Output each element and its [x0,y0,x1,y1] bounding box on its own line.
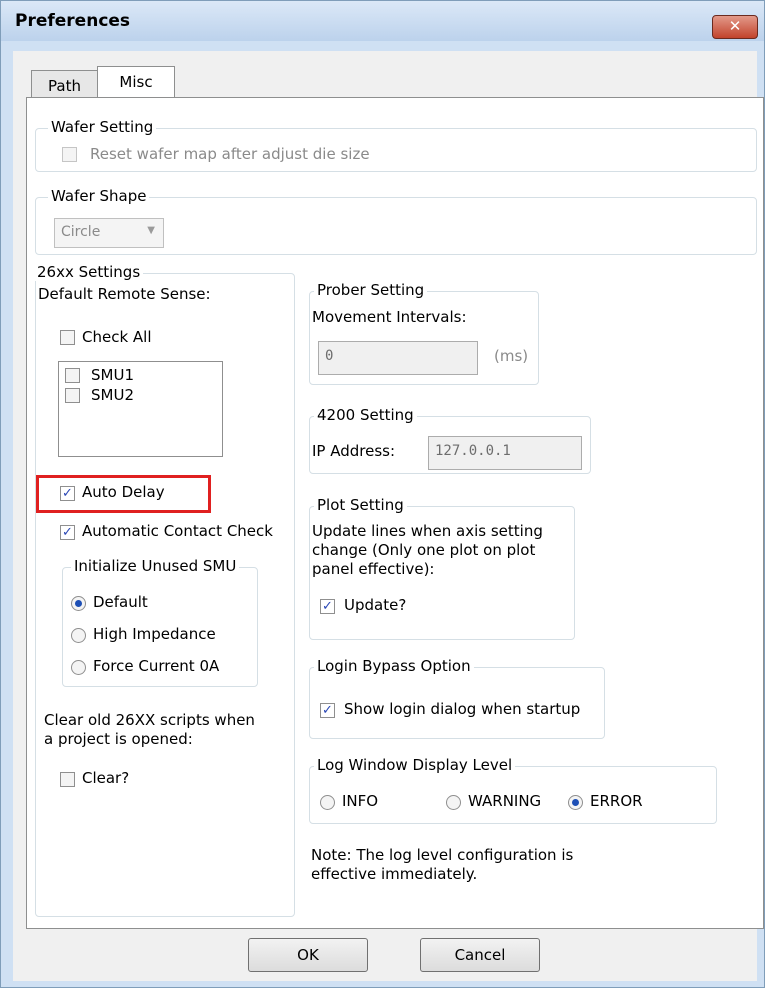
s4200-setting-legend: 4200 Setting [314,406,417,424]
movement-intervals-input[interactable]: 0 [318,341,478,375]
prober-setting-legend: Prober Setting [314,281,428,299]
auto-contact-label: Automatic Contact Check [82,522,273,540]
radio-force-current[interactable] [71,660,86,675]
ip-address-value: 127.0.0.1 [435,443,511,459]
title-bar: Preferences ✕ [1,1,764,41]
radio-log-warning[interactable] [446,795,461,810]
log-note-line2: effective immediately. [311,865,478,883]
close-button[interactable]: ✕ [712,15,758,39]
update-plot-checkbox[interactable]: ✓ [320,599,335,614]
auto-delay-label: Auto Delay [82,483,165,501]
update-plot-label: Update? [344,596,407,614]
cancel-button[interactable]: Cancel [420,938,540,972]
wafer-shape-legend: Wafer Shape [48,187,150,205]
radio-high-impedance[interactable] [71,628,86,643]
radio-log-info[interactable] [320,795,335,810]
tab-misc-label: Misc [119,73,153,91]
ip-address-label: IP Address: [312,442,396,460]
smu1-checkbox[interactable] [65,368,80,383]
s4200-setting-group: 4200 Setting IP Address: 127.0.0.1 [309,406,591,474]
remote-sense-label: Default Remote Sense: [38,285,211,303]
log-note-line1: Note: The log level configuration is [311,846,574,864]
wafer-setting-legend: Wafer Setting [48,118,157,136]
ok-button[interactable]: OK [248,938,368,972]
clear-scripts-text-line2: a project is opened: [44,730,193,748]
initialize-unused-smu-legend: Initialize Unused SMU [71,557,240,575]
auto-delay-checkbox[interactable]: ✓ [60,486,75,501]
plot-setting-text-line2: change (Only one plot on plot [312,541,536,559]
misc-tab-panel: Wafer Setting Reset wafer map after adju… [26,97,764,929]
radio-default-label: Default [93,593,148,611]
prober-setting-group: Prober Setting Movement Intervals: 0 (ms… [309,281,539,385]
plot-setting-text-line1: Update lines when axis setting [312,522,543,540]
movement-intervals-value: 0 [325,348,334,364]
auto-contact-checkbox[interactable]: ✓ [60,525,75,540]
tab-misc[interactable]: Misc [97,66,175,97]
reset-wafer-map-checkbox[interactable] [62,147,77,162]
check-all-label: Check All [82,328,152,346]
movement-intervals-label: Movement Intervals: [312,308,467,326]
cancel-button-label: Cancel [454,946,506,964]
movement-intervals-unit: (ms) [494,347,529,365]
wafer-shape-select[interactable]: Circle ▼ [54,218,164,248]
plot-setting-legend: Plot Setting [314,496,407,514]
radio-log-warning-label: WARNING [468,792,542,810]
dialog-title: Preferences [15,11,131,31]
clear-scripts-label: Clear? [82,769,130,787]
reset-wafer-map-label: Reset wafer map after adjust die size [90,145,370,163]
wafer-setting-group: Wafer Setting Reset wafer map after adju… [35,118,757,172]
radio-high-impedance-label: High Impedance [93,625,216,643]
login-bypass-legend: Login Bypass Option [314,657,474,675]
clear-scripts-text-line1: Clear old 26XX scripts when [44,711,255,729]
radio-log-info-label: INFO [342,792,379,810]
clear-scripts-checkbox[interactable] [60,772,75,787]
check-all-checkbox[interactable] [60,330,75,345]
log-level-legend: Log Window Display Level [314,756,516,774]
radio-log-error-label: ERROR [590,792,643,810]
log-level-group: Log Window Display Level INFO WARNING ER… [309,756,717,824]
show-login-label: Show login dialog when startup [344,700,581,718]
initialize-unused-smu-group: Initialize Unused SMU Default High Imped… [62,557,258,687]
radio-force-current-label: Force Current 0A [93,657,220,675]
login-bypass-group: Login Bypass Option ✓ Show login dialog … [309,657,605,739]
plot-setting-text-line3: panel effective): [312,560,435,578]
smu2-checkbox[interactable] [65,388,80,403]
radio-default[interactable] [71,596,86,611]
radio-log-error[interactable] [568,795,583,810]
smu1-label: SMU1 [91,366,134,384]
chevron-down-icon: ▼ [147,225,155,236]
wafer-shape-value: Circle [61,224,101,240]
show-login-checkbox[interactable]: ✓ [320,703,335,718]
ok-button-label: OK [297,946,319,964]
settings-26xx-legend: 26xx Settings [34,263,144,281]
wafer-shape-group: Wafer Shape Circle ▼ [35,187,757,255]
smu2-label: SMU2 [91,386,134,404]
settings-26xx-group: 26xx Settings Default Remote Sense: Chec… [34,263,295,917]
tab-path[interactable]: Path [31,70,98,98]
tab-path-label: Path [48,77,81,95]
plot-setting-group: Plot Setting Update lines when axis sett… [309,496,575,640]
ip-address-input[interactable]: 127.0.0.1 [428,436,582,470]
smu-list: SMU1 SMU2 [58,361,223,457]
close-icon: ✕ [728,17,742,35]
